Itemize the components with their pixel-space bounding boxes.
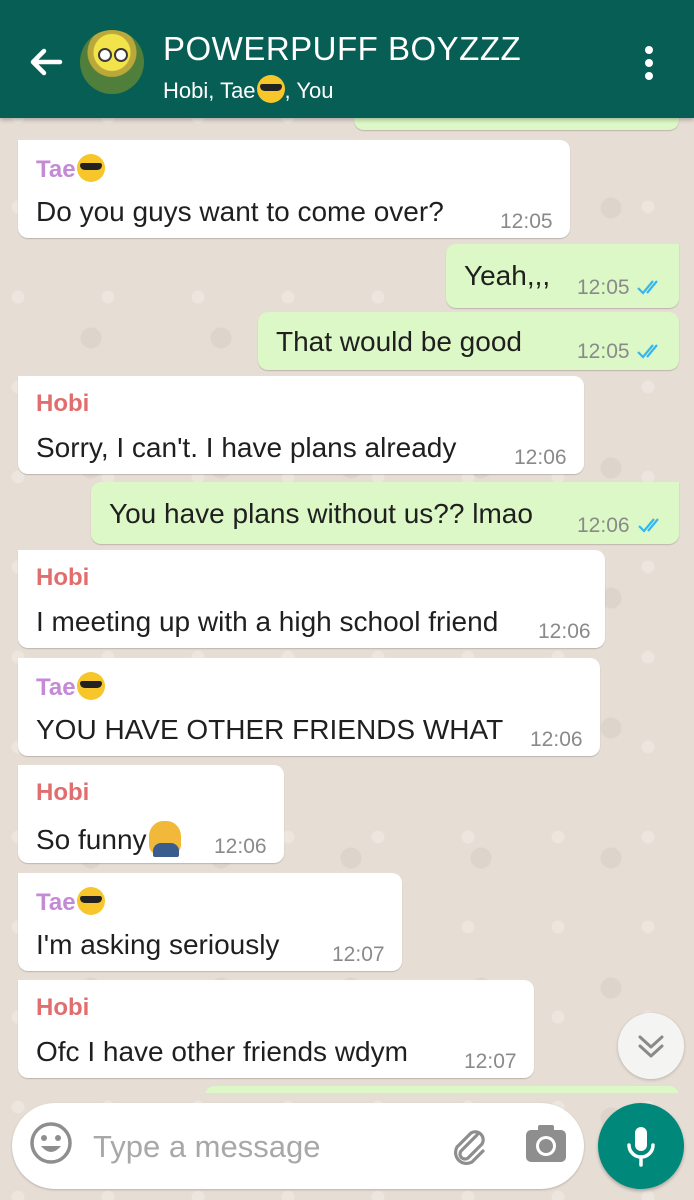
message-text: That would be good — [276, 326, 522, 357]
message-text: YOU HAVE OTHER FRIENDS WHAT — [36, 714, 504, 745]
message-time: 12:06 — [530, 728, 583, 751]
sunglasses-emoji-icon — [76, 672, 105, 700]
double-chevron-down-icon — [638, 1035, 664, 1058]
voice-message-button[interactable] — [598, 1103, 684, 1189]
sender-name: Hobi — [36, 390, 90, 417]
message-list[interactable]: Tae Do you guys want to come over? 12:05… — [0, 118, 694, 1093]
paperclip-icon — [453, 1130, 485, 1166]
message-bubble-incoming[interactable]: Hobi So funny 12:06 — [18, 765, 284, 863]
scroll-to-bottom-button[interactable] — [618, 1013, 684, 1079]
group-avatar[interactable] — [80, 30, 144, 94]
sender-name: Tae — [36, 887, 105, 917]
message-text: Sorry, I can't. I have plans already — [36, 432, 457, 463]
message-bubble-incoming[interactable]: Tae I'm asking seriously 12:07 — [18, 873, 402, 971]
message-text: You have plans without us?? lmao — [109, 498, 533, 529]
emoji-button[interactable] — [28, 1120, 74, 1166]
sender-name: Hobi — [36, 779, 90, 806]
message-time: 12:05 — [577, 276, 630, 299]
message-time: 12:05 — [577, 340, 630, 363]
members-names: Hobi, Tae — [163, 78, 256, 103]
camera-button[interactable] — [523, 1122, 569, 1166]
message-text: Yeah,,, — [464, 260, 551, 291]
message-bubble-incoming[interactable]: Tae YOU HAVE OTHER FRIENDS WHAT 12:06 — [18, 658, 600, 756]
members-you: , You — [284, 78, 334, 103]
group-members[interactable]: Hobi, Tae , You — [163, 75, 334, 104]
overflow-menu-button[interactable] — [634, 42, 664, 86]
read-receipt-icon — [637, 280, 658, 295]
message-bubble-partial — [205, 1086, 679, 1093]
message-text: Ofc I have other friends wdym — [36, 1036, 408, 1067]
message-bubble-incoming[interactable]: Hobi I meeting up with a high school fri… — [18, 550, 605, 648]
message-bubble-incoming[interactable]: Hobi Sorry, I can't. I have plans alread… — [18, 376, 584, 474]
message-bubble-incoming[interactable]: Hobi Ofc I have other friends wdym 12:07 — [18, 980, 534, 1078]
message-bubble-incoming[interactable]: Tae Do you guys want to come over? 12:05 — [18, 140, 570, 238]
message-input[interactable]: Type a message — [93, 1129, 320, 1165]
menu-dot-icon — [645, 59, 653, 67]
message-bubble-outgoing[interactable]: That would be good 12:05 — [258, 312, 679, 370]
message-text: I meeting up with a high school friend — [36, 606, 499, 637]
group-title[interactable]: POWERPUFF BOYZZZ — [163, 30, 521, 68]
message-text: Do you guys want to come over? — [36, 196, 444, 227]
avatar-eye-left — [98, 48, 112, 62]
camera-icon — [526, 1125, 566, 1162]
message-time: 12:07 — [332, 943, 385, 966]
sender-name: Tae — [36, 154, 105, 184]
message-bubble-outgoing[interactable]: You have plans without us?? lmao 12:06 — [91, 482, 679, 544]
avatar-eye-right — [114, 48, 128, 62]
message-time: 12:06 — [577, 514, 630, 537]
microphone-icon — [627, 1127, 655, 1167]
message-text: I'm asking seriously — [36, 929, 280, 960]
sender-name: Tae — [36, 672, 105, 702]
message-time: 12:06 — [538, 620, 591, 643]
message-time: 12:07 — [464, 1050, 517, 1073]
sender-name: Hobi — [36, 994, 90, 1021]
sunglasses-emoji-icon — [256, 75, 285, 103]
message-time: 12:06 — [214, 835, 267, 858]
facepalm-emoji-icon — [148, 821, 181, 857]
menu-dot-icon — [645, 72, 653, 80]
attach-button[interactable] — [447, 1123, 491, 1167]
message-bubble-outgoing[interactable]: Yeah,,, 12:05 — [446, 244, 679, 308]
smiley-icon — [30, 1122, 72, 1164]
message-time: 12:05 — [500, 210, 553, 233]
chat-header: POWERPUFF BOYZZZ Hobi, Tae , You — [0, 0, 694, 118]
read-receipt-icon — [638, 518, 659, 533]
message-bubble-partial — [354, 118, 679, 130]
sunglasses-emoji-icon — [76, 887, 105, 915]
menu-dot-icon — [645, 46, 653, 54]
back-button[interactable] — [24, 40, 68, 84]
sunglasses-emoji-icon — [76, 154, 105, 182]
arrow-left-icon — [30, 48, 63, 76]
message-text: So funny — [36, 821, 181, 857]
sender-name: Hobi — [36, 564, 90, 591]
message-time: 12:06 — [514, 446, 567, 469]
read-receipt-icon — [637, 344, 658, 359]
